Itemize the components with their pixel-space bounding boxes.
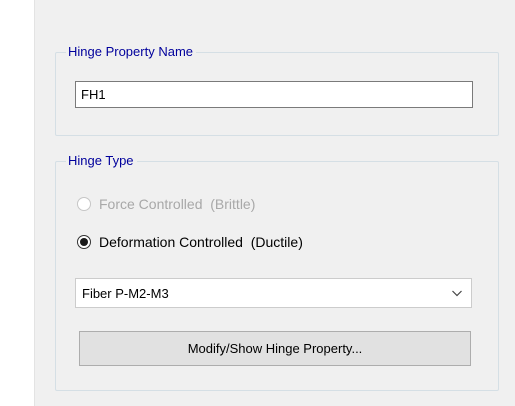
hinge-property-name-input[interactable] [75,81,473,108]
radio-selected-icon [77,235,91,249]
modify-show-hinge-property-label: Modify/Show Hinge Property... [187,341,363,356]
force-controlled-radio[interactable]: Force Controlled (Brittle) [77,194,255,214]
radio-unselected-icon [77,197,91,211]
hinge-type-dropdown[interactable]: Fiber P-M2-M3 [75,278,472,308]
hinge-type-dropdown-value: Fiber P-M2-M3 [82,285,169,301]
radio-selected-dot [80,238,88,246]
hinge-type-label: Hinge Type [66,153,137,169]
deformation-controlled-radio[interactable]: Deformation Controlled (Ductile) [77,232,303,252]
hinge-property-name-label: Hinge Property Name [66,44,196,60]
deformation-controlled-label: Deformation Controlled (Ductile) [99,234,303,250]
chevron-down-icon [452,290,462,297]
force-controlled-label: Force Controlled (Brittle) [99,196,256,212]
modify-show-hinge-property-button[interactable]: Modify/Show Hinge Property... [79,331,471,366]
